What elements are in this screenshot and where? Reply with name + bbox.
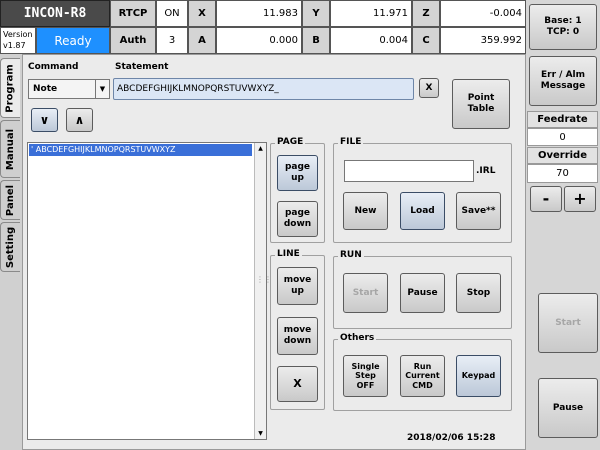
move-down-button[interactable]: move down (277, 317, 318, 355)
version-value: v1.87 (3, 40, 26, 50)
page-down-button[interactable]: page down (277, 201, 318, 237)
y-axis-label: Y (302, 0, 330, 27)
statement-label: Statement (115, 62, 169, 72)
delete-line-button[interactable]: X (277, 366, 318, 402)
run-stop-button[interactable]: Stop (456, 273, 501, 313)
run-current-cmd-button[interactable]: Run Current CMD (400, 355, 445, 397)
new-button[interactable]: New (343, 192, 388, 230)
single-step-button[interactable]: Single Step OFF (343, 355, 388, 397)
version-label: Version (3, 30, 33, 40)
run-group-title: RUN (338, 250, 364, 260)
feedrate-value: 0 (527, 128, 598, 146)
command-label: Command (28, 62, 79, 72)
program-list[interactable]: ' ABCDEFGHIJKLMNOPQRSTUVWXYZ ▲ ▼ (27, 142, 267, 440)
override-plus-button[interactable]: + (564, 186, 596, 212)
keypad-button[interactable]: Keypad (456, 355, 501, 397)
b-axis-label: B (302, 27, 330, 54)
page-group-title: PAGE (275, 137, 306, 147)
run-pause-button[interactable]: Pause (400, 273, 445, 313)
c-axis-value: 359.992 (440, 27, 526, 54)
page-up-button[interactable]: page up (277, 155, 318, 191)
save-button[interactable]: Save** (456, 192, 501, 230)
auth-label: Auth (110, 27, 156, 54)
z-axis-label: Z (412, 0, 440, 27)
file-group-title: FILE (338, 137, 364, 147)
move-up-button[interactable]: move up (277, 267, 318, 305)
tab-setting[interactable]: Setting (0, 222, 20, 272)
rtcp-value: ON (156, 0, 188, 27)
b-axis-value: 0.004 (330, 27, 412, 54)
c-axis-label: C (412, 27, 440, 54)
status-badge: Ready (36, 27, 110, 54)
a-axis-label: A (188, 27, 216, 54)
tab-panel[interactable]: Panel (0, 180, 20, 220)
scroll-up-button[interactable]: ∧ (66, 108, 93, 132)
others-group-title: Others (338, 333, 377, 343)
app-title: INCON-R8 (0, 0, 110, 27)
z-axis-value: -0.004 (440, 0, 526, 27)
point-table-button[interactable]: Point Table (452, 79, 510, 129)
a-axis-value: 0.000 (216, 27, 302, 54)
start-button[interactable]: Start (538, 293, 598, 353)
override-minus-button[interactable]: - (530, 186, 562, 212)
y-axis-value: 11.971 (330, 0, 412, 27)
command-select[interactable]: Note ▼ (28, 79, 110, 99)
auth-value: 3 (156, 27, 188, 54)
pause-button[interactable]: Pause (538, 378, 598, 438)
tab-manual[interactable]: Manual (0, 120, 20, 178)
tab-program-label: Program (5, 63, 17, 113)
tab-manual-label: Manual (5, 128, 16, 170)
tab-program[interactable]: Program (0, 58, 20, 118)
drag-handle-icon[interactable]: ⋮⋮ (256, 276, 272, 292)
clear-statement-button[interactable]: X (419, 78, 439, 98)
load-button[interactable]: Load (400, 192, 445, 230)
tab-setting-label: Setting (5, 226, 16, 268)
program-list-item[interactable]: ' ABCDEFGHIJKLMNOPQRSTUVWXYZ (29, 144, 252, 156)
override-value: 70 (527, 164, 598, 183)
base-tcp-button[interactable]: Base: 1 TCP: 0 (529, 4, 597, 50)
datetime: 2018/02/06 15:28 (407, 433, 496, 443)
file-extension: .IRL (476, 166, 496, 176)
filename-input[interactable] (344, 160, 474, 182)
scroll-up-arrow-icon[interactable]: ▲ (255, 143, 266, 154)
tab-panel-label: Panel (5, 184, 17, 216)
rtcp-label: RTCP (110, 0, 156, 27)
err-alm-message-button[interactable]: Err / Alm Message (529, 56, 597, 106)
version-box: Version v1.87 (0, 27, 36, 54)
scroll-down-button[interactable]: ∨ (31, 108, 58, 132)
x-axis-label: X (188, 0, 216, 27)
command-select-value: Note (33, 84, 58, 94)
chevron-down-icon[interactable]: ▼ (95, 80, 109, 98)
override-label: Override (527, 147, 598, 164)
feedrate-label: Feedrate (527, 111, 598, 128)
statement-input[interactable]: ABCDEFGHIJKLMNOPQRSTUVWXYZ_ (113, 78, 414, 100)
x-axis-value: 11.983 (216, 0, 302, 27)
run-start-button[interactable]: Start (343, 273, 388, 313)
line-group-title: LINE (275, 249, 302, 259)
scroll-down-arrow-icon[interactable]: ▼ (255, 428, 266, 439)
